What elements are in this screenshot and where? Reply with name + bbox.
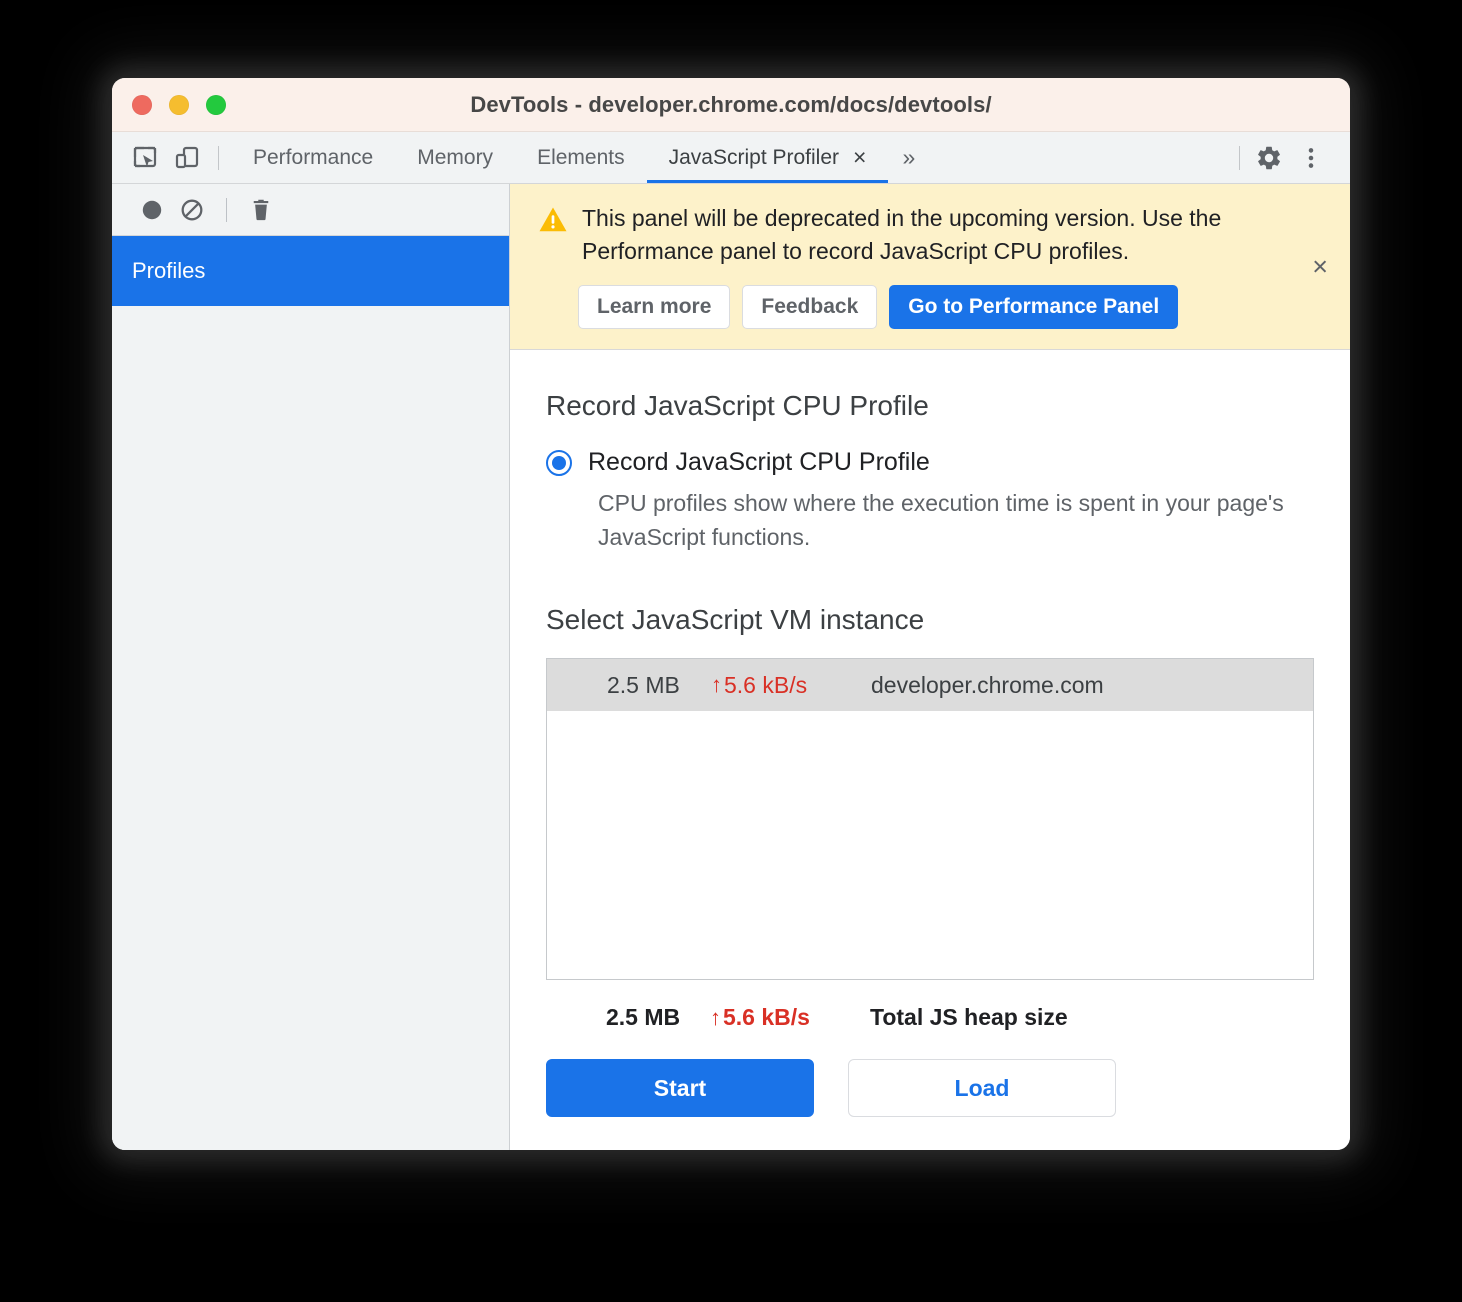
close-icon[interactable]: ×: [853, 146, 866, 169]
list-item[interactable]: 2.5 MB ↑ 5.6 kB/s developer.chrome.com: [547, 659, 1313, 711]
devtools-body: Profiles This panel will be deprecated i…: [112, 184, 1350, 1150]
total-heap-label: Total JS heap size: [870, 1004, 1068, 1030]
tab-memory[interactable]: Memory: [395, 132, 515, 183]
banner-message: This panel will be deprecated in the upc…: [582, 205, 1222, 264]
feedback-button[interactable]: Feedback: [742, 285, 878, 330]
profiles-toolbar: [112, 184, 509, 236]
profiler-main-content: This panel will be deprecated in the upc…: [510, 184, 1350, 1150]
device-toolbar-icon[interactable]: [170, 141, 204, 175]
tab-elements[interactable]: Elements: [515, 132, 647, 183]
kebab-menu-icon[interactable]: [1294, 141, 1328, 175]
trash-icon[interactable]: [241, 190, 281, 230]
go-to-performance-panel-button[interactable]: Go to Performance Panel: [889, 285, 1179, 330]
tab-label: Elements: [537, 145, 625, 169]
record-cpu-profile-radio[interactable]: Record JavaScript CPU Profile: [546, 448, 1314, 477]
sidebar-empty-area: [112, 306, 509, 1150]
gear-icon[interactable]: [1252, 141, 1286, 175]
warning-triangle-icon: [538, 206, 568, 238]
total-heap-summary: 2.5 MB ↑ 5.6 kB/s Total JS heap size: [546, 980, 1314, 1031]
radio-label: Record JavaScript CPU Profile: [588, 448, 930, 477]
total-rate: ↑ 5.6 kB/s: [710, 1004, 870, 1031]
total-heap-size: 2.5 MB: [606, 1004, 681, 1030]
tab-performance[interactable]: Performance: [231, 132, 395, 183]
sidebar-item-label: Profiles: [132, 258, 206, 283]
toolbar-divider: [226, 197, 227, 222]
tab-javascript-profiler[interactable]: JavaScript Profiler ×: [646, 132, 889, 183]
vm-rate: ↑ 5.6 kB/s: [711, 672, 871, 699]
radio-indicator[interactable]: [546, 449, 572, 476]
tabbar-divider: [218, 145, 219, 170]
profile-launch-view: Record JavaScript CPU Profile Record Jav…: [510, 350, 1350, 1150]
more-tabs-icon[interactable]: »: [888, 144, 929, 171]
tab-label: JavaScript Profiler: [668, 145, 839, 169]
tabbar-right-controls: [1233, 141, 1350, 175]
devtools-tabbar: Performance Memory Elements JavaScript P…: [112, 132, 1350, 184]
tab-label: Performance: [253, 145, 374, 169]
page-title: Record JavaScript CPU Profile: [546, 390, 929, 422]
arrow-up-icon: ↑: [711, 672, 722, 697]
tabbar-right-divider: [1239, 145, 1240, 170]
sidebar-item-profiles[interactable]: Profiles: [112, 236, 509, 306]
close-icon[interactable]: ×: [1312, 253, 1328, 280]
learn-more-button[interactable]: Learn more: [578, 285, 731, 330]
inspect-element-icon[interactable]: [128, 141, 162, 175]
no-entry-icon[interactable]: [172, 190, 212, 230]
tab-label: Memory: [417, 145, 494, 169]
banner-message-row: This panel will be deprecated in the upc…: [532, 202, 1328, 267]
profiles-sidebar: Profiles: [112, 184, 510, 1150]
vm-instance-list[interactable]: 2.5 MB ↑ 5.6 kB/s developer.chrome.com: [546, 658, 1314, 980]
banner-buttons: Learn more Feedback Go to Performance Pa…: [578, 285, 1328, 330]
start-button[interactable]: Start: [546, 1059, 814, 1117]
vm-rate-value: 5.6 kB/s: [724, 671, 808, 698]
window-titlebar: DevTools - developer.chrome.com/docs/dev…: [112, 78, 1350, 132]
vm-heap-size: 2.5 MB: [607, 671, 680, 698]
load-button[interactable]: Load: [848, 1059, 1116, 1117]
window-title: DevTools - developer.chrome.com/docs/dev…: [470, 91, 992, 117]
total-rate-value: 5.6 kB/s: [723, 1004, 810, 1030]
vm-origin-name: developer.chrome.com: [871, 671, 1104, 698]
arrow-up-icon: ↑: [710, 1004, 721, 1030]
deprecation-banner: This panel will be deprecated in the upc…: [510, 184, 1350, 351]
devtools-window: DevTools - developer.chrome.com/docs/dev…: [112, 78, 1350, 1150]
radio-description: CPU profiles show where the execution ti…: [598, 490, 1284, 550]
vm-section-title: Select JavaScript VM instance: [546, 604, 925, 635]
record-circle-icon[interactable]: [132, 190, 172, 230]
launch-actions: Start Load: [546, 1059, 1314, 1117]
